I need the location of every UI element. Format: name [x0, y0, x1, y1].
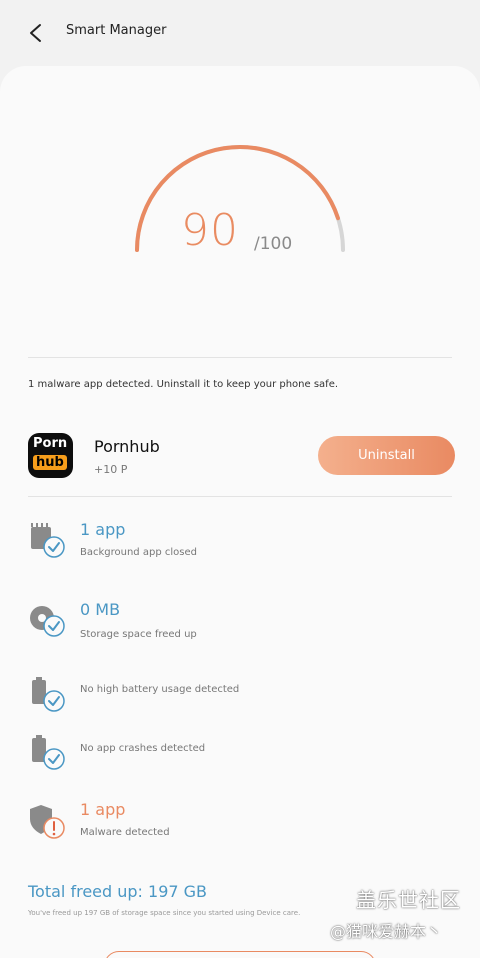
- score-max: /100: [254, 234, 293, 254]
- bottom-action-button[interactable]: [104, 951, 376, 958]
- uninstall-button[interactable]: Uninstall: [318, 436, 455, 475]
- back-arrow-icon: [30, 24, 41, 42]
- total-freed-note: You've freed up 197 GB of storage space …: [28, 909, 301, 917]
- pornhub-app-icon: Porn hub: [28, 433, 73, 478]
- app-icon-text-bottom: hub: [33, 455, 67, 470]
- page-title: Smart Manager: [66, 23, 167, 38]
- background-apps-label: Background app closed: [80, 547, 197, 558]
- divider: [28, 496, 452, 497]
- storage-check-icon: [30, 606, 65, 637]
- storage-value: 0 MB: [80, 600, 121, 619]
- app-icon-text-top: Porn: [33, 436, 68, 451]
- memory-check-icon: [31, 523, 65, 558]
- divider: [28, 357, 452, 358]
- app-name: Pornhub: [94, 437, 160, 456]
- crash-check-icon: [32, 735, 65, 770]
- malware-value: 1 app: [80, 800, 126, 819]
- top-bar: Smart Manager: [0, 0, 480, 66]
- watermark-title: 盖乐世社区: [356, 888, 461, 912]
- score-gauge: [135, 145, 345, 252]
- back-button[interactable]: [22, 18, 50, 48]
- crash-label: No app crashes detected: [80, 743, 206, 754]
- score-value: 90: [181, 205, 239, 256]
- battery-check-icon: [32, 677, 65, 712]
- storage-label: Storage space freed up: [80, 629, 197, 640]
- gauge-track: [135, 145, 345, 252]
- malware-label: Malware detected: [80, 827, 170, 838]
- malware-note: 1 malware app detected. Uninstall it to …: [28, 379, 339, 390]
- app-points: +10 P: [94, 463, 128, 476]
- watermark-subtitle: @猫咪爱赫本丶: [330, 922, 443, 941]
- total-freed: Total freed up: 197 GB: [28, 882, 208, 901]
- smart-manager-screen: Smart Manager 90 /100 1 malware app dete…: [0, 0, 480, 958]
- battery-label: No high battery usage detected: [80, 684, 240, 695]
- background-apps-value: 1 app: [80, 520, 126, 539]
- shield-warning-icon: [30, 805, 65, 839]
